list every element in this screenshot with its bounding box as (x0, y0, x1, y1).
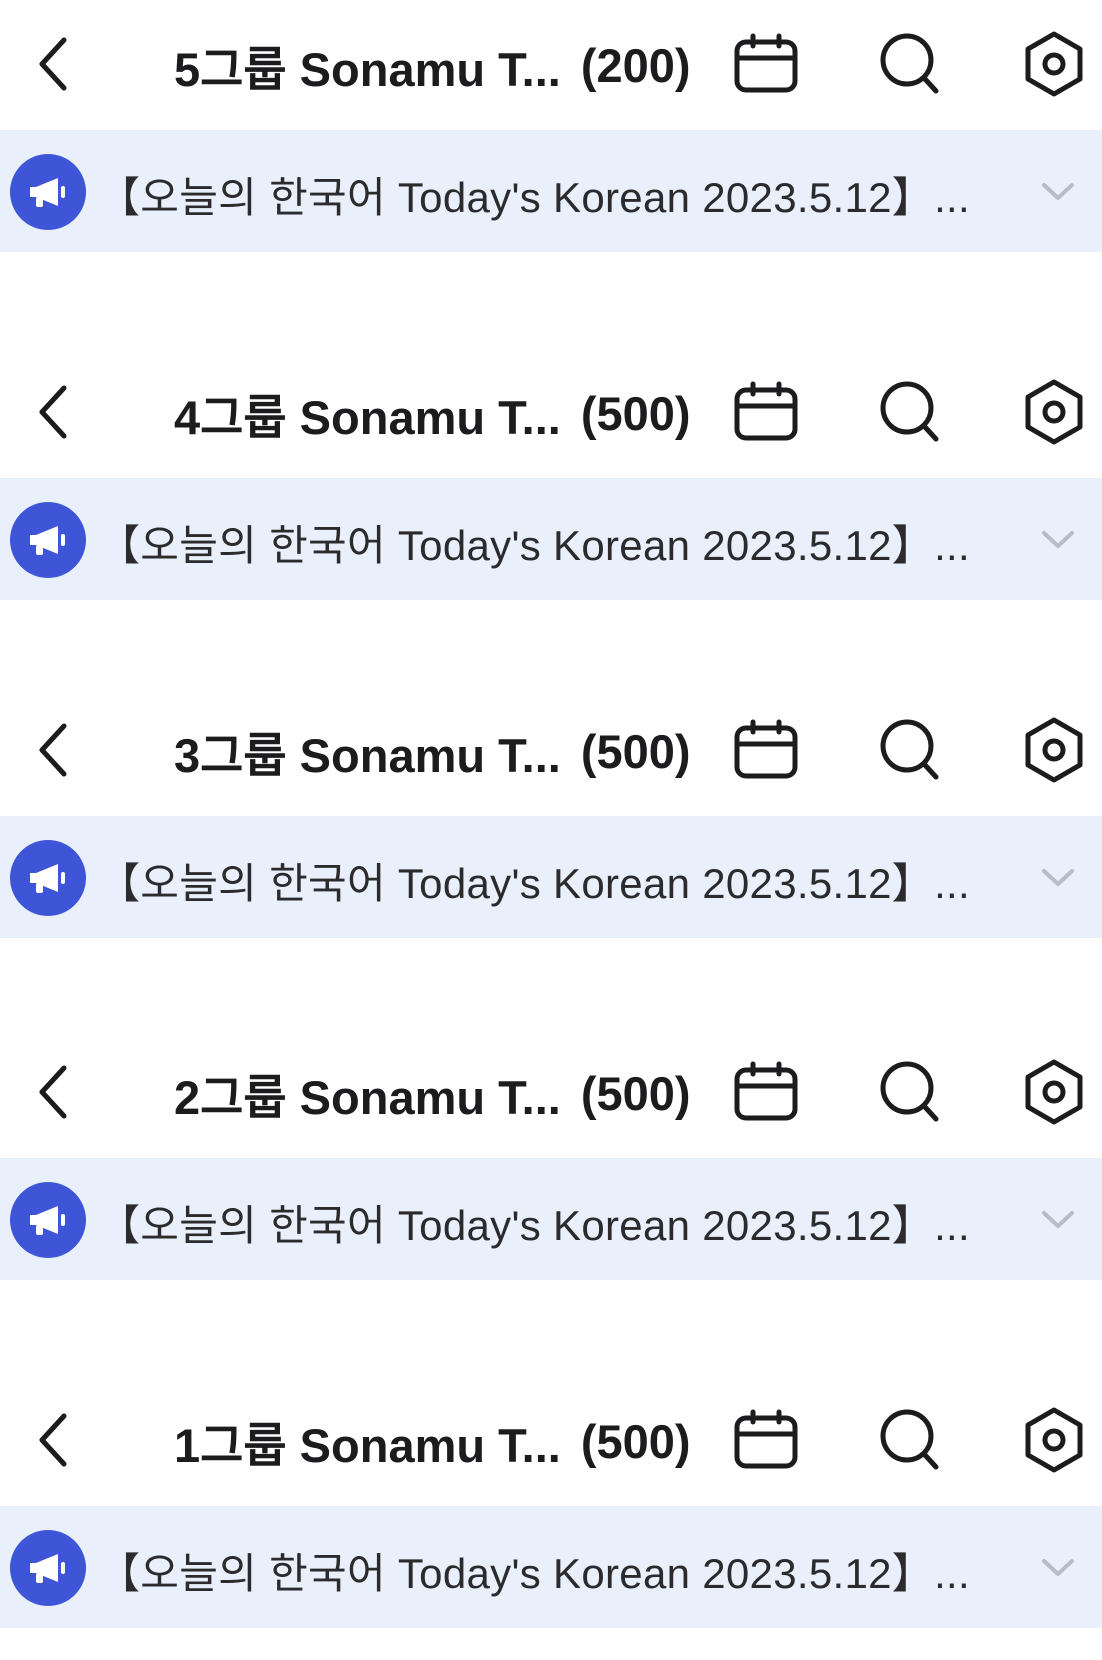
chevron-left-icon (39, 37, 67, 91)
chat-header: 5그룹 Sonamu T... (200) (0, 0, 1102, 130)
notice-text: 【오늘의 한국어 Today's Korean 2023.5.12】... (98, 860, 970, 907)
notice-badge (10, 1182, 86, 1258)
chat-title: 4그룹 Sonamu T... (500) (174, 378, 691, 448)
notice-text: 【오늘의 한국어 Today's Korean 2023.5.12】... (98, 1550, 970, 1597)
settings-button[interactable] (1012, 708, 1096, 792)
megaphone-icon (30, 526, 65, 555)
chat-screen: 4그룹 Sonamu T... (500) 【오늘의 한국어 Today's K… (0, 348, 1102, 600)
notice-text: 【오늘의 한국어 Today's Korean 2023.5.12】... (98, 522, 970, 569)
chat-header: 4그룹 Sonamu T... (500) (0, 348, 1102, 478)
chat-screen: 3그룹 Sonamu T... (500) 【오늘의 한국어 Today's K… (0, 686, 1102, 938)
pinned-notice[interactable]: 【오늘의 한국어 Today's Korean 2023.5.12】... (0, 816, 1102, 938)
calendar-button[interactable] (724, 22, 808, 106)
settings-hexagon-icon (1025, 1059, 1083, 1125)
calendar-button[interactable] (724, 370, 808, 454)
search-icon (880, 719, 939, 780)
expand-notice-button[interactable] (1038, 1548, 1078, 1588)
member-count: (200) (580, 38, 691, 92)
chevron-left-icon (39, 723, 67, 777)
search-icon (880, 381, 939, 442)
expand-notice-button[interactable] (1038, 520, 1078, 560)
back-button[interactable] (22, 714, 86, 786)
member-count: (500) (580, 724, 691, 778)
member-count: (500) (580, 1414, 691, 1468)
chevron-left-icon (39, 385, 67, 439)
chat-title: 5그룹 Sonamu T... (200) (174, 30, 691, 100)
expand-notice-button[interactable] (1038, 858, 1078, 898)
search-button[interactable] (868, 708, 952, 792)
chat-screen: 5그룹 Sonamu T... (200) 【오늘의 한국어 Today's K… (0, 0, 1102, 252)
megaphone-icon (30, 864, 65, 893)
group-name: 4그룹 Sonamu T... (174, 390, 561, 444)
group-name: 1그룹 Sonamu T... (174, 1418, 561, 1472)
megaphone-icon (30, 1554, 65, 1583)
back-button[interactable] (22, 1056, 86, 1128)
chat-header: 3그룹 Sonamu T... (500) (0, 686, 1102, 816)
notice-badge (10, 840, 86, 916)
calendar-icon (734, 1061, 798, 1121)
calendar-button[interactable] (724, 1398, 808, 1482)
chat-screen: 2그룹 Sonamu T... (500) 【오늘의 한국어 Today's K… (0, 1028, 1102, 1280)
calendar-icon (734, 1409, 798, 1469)
search-icon (880, 1061, 939, 1122)
search-icon (880, 1409, 939, 1470)
pinned-notice[interactable]: 【오늘의 한국어 Today's Korean 2023.5.12】... (0, 1158, 1102, 1280)
settings-button[interactable] (1012, 22, 1096, 106)
search-button[interactable] (868, 1050, 952, 1134)
settings-button[interactable] (1012, 1050, 1096, 1134)
chevron-left-icon (39, 1413, 67, 1467)
settings-button[interactable] (1012, 370, 1096, 454)
notice-badge (10, 1530, 86, 1606)
back-button[interactable] (22, 1404, 86, 1476)
chevron-down-icon (1042, 531, 1074, 548)
megaphone-icon (30, 178, 65, 207)
search-icon (880, 33, 939, 94)
notice-badge (10, 502, 86, 578)
chat-header: 2그룹 Sonamu T... (500) (0, 1028, 1102, 1158)
member-count: (500) (580, 1066, 691, 1120)
chat-title: 3그룹 Sonamu T... (500) (174, 716, 691, 786)
group-name: 2그룹 Sonamu T... (174, 1070, 561, 1124)
pinned-notice[interactable]: 【오늘의 한국어 Today's Korean 2023.5.12】... (0, 1506, 1102, 1628)
notice-text: 【오늘의 한국어 Today's Korean 2023.5.12】... (98, 174, 970, 221)
chevron-down-icon (1042, 183, 1074, 200)
search-button[interactable] (868, 22, 952, 106)
settings-hexagon-icon (1025, 31, 1083, 97)
chat-title: 1그룹 Sonamu T... (500) (174, 1406, 691, 1476)
search-button[interactable] (868, 370, 952, 454)
calendar-icon (734, 33, 798, 93)
settings-hexagon-icon (1025, 1407, 1083, 1473)
chat-header: 1그룹 Sonamu T... (500) (0, 1376, 1102, 1506)
calendar-icon (734, 381, 798, 441)
back-button[interactable] (22, 376, 86, 448)
chevron-down-icon (1042, 1211, 1074, 1228)
group-name: 5그룹 Sonamu T... (174, 42, 561, 96)
calendar-button[interactable] (724, 708, 808, 792)
megaphone-icon (30, 1206, 65, 1235)
chevron-left-icon (39, 1065, 67, 1119)
calendar-icon (734, 719, 798, 779)
back-button[interactable] (22, 28, 86, 100)
expand-notice-button[interactable] (1038, 172, 1078, 212)
settings-button[interactable] (1012, 1398, 1096, 1482)
expand-notice-button[interactable] (1038, 1200, 1078, 1240)
settings-hexagon-icon (1025, 717, 1083, 783)
member-count: (500) (580, 386, 691, 440)
notice-text: 【오늘의 한국어 Today's Korean 2023.5.12】... (98, 1202, 970, 1249)
calendar-button[interactable] (724, 1050, 808, 1134)
settings-hexagon-icon (1025, 379, 1083, 445)
pinned-notice[interactable]: 【오늘의 한국어 Today's Korean 2023.5.12】... (0, 478, 1102, 600)
group-name: 3그룹 Sonamu T... (174, 728, 561, 782)
notice-badge (10, 154, 86, 230)
chat-screen: 1그룹 Sonamu T... (500) 【오늘의 한국어 Today's K… (0, 1376, 1102, 1628)
chevron-down-icon (1042, 1559, 1074, 1576)
search-button[interactable] (868, 1398, 952, 1482)
pinned-notice[interactable]: 【오늘의 한국어 Today's Korean 2023.5.12】... (0, 130, 1102, 252)
chat-title: 2그룹 Sonamu T... (500) (174, 1058, 691, 1128)
chevron-down-icon (1042, 869, 1074, 886)
